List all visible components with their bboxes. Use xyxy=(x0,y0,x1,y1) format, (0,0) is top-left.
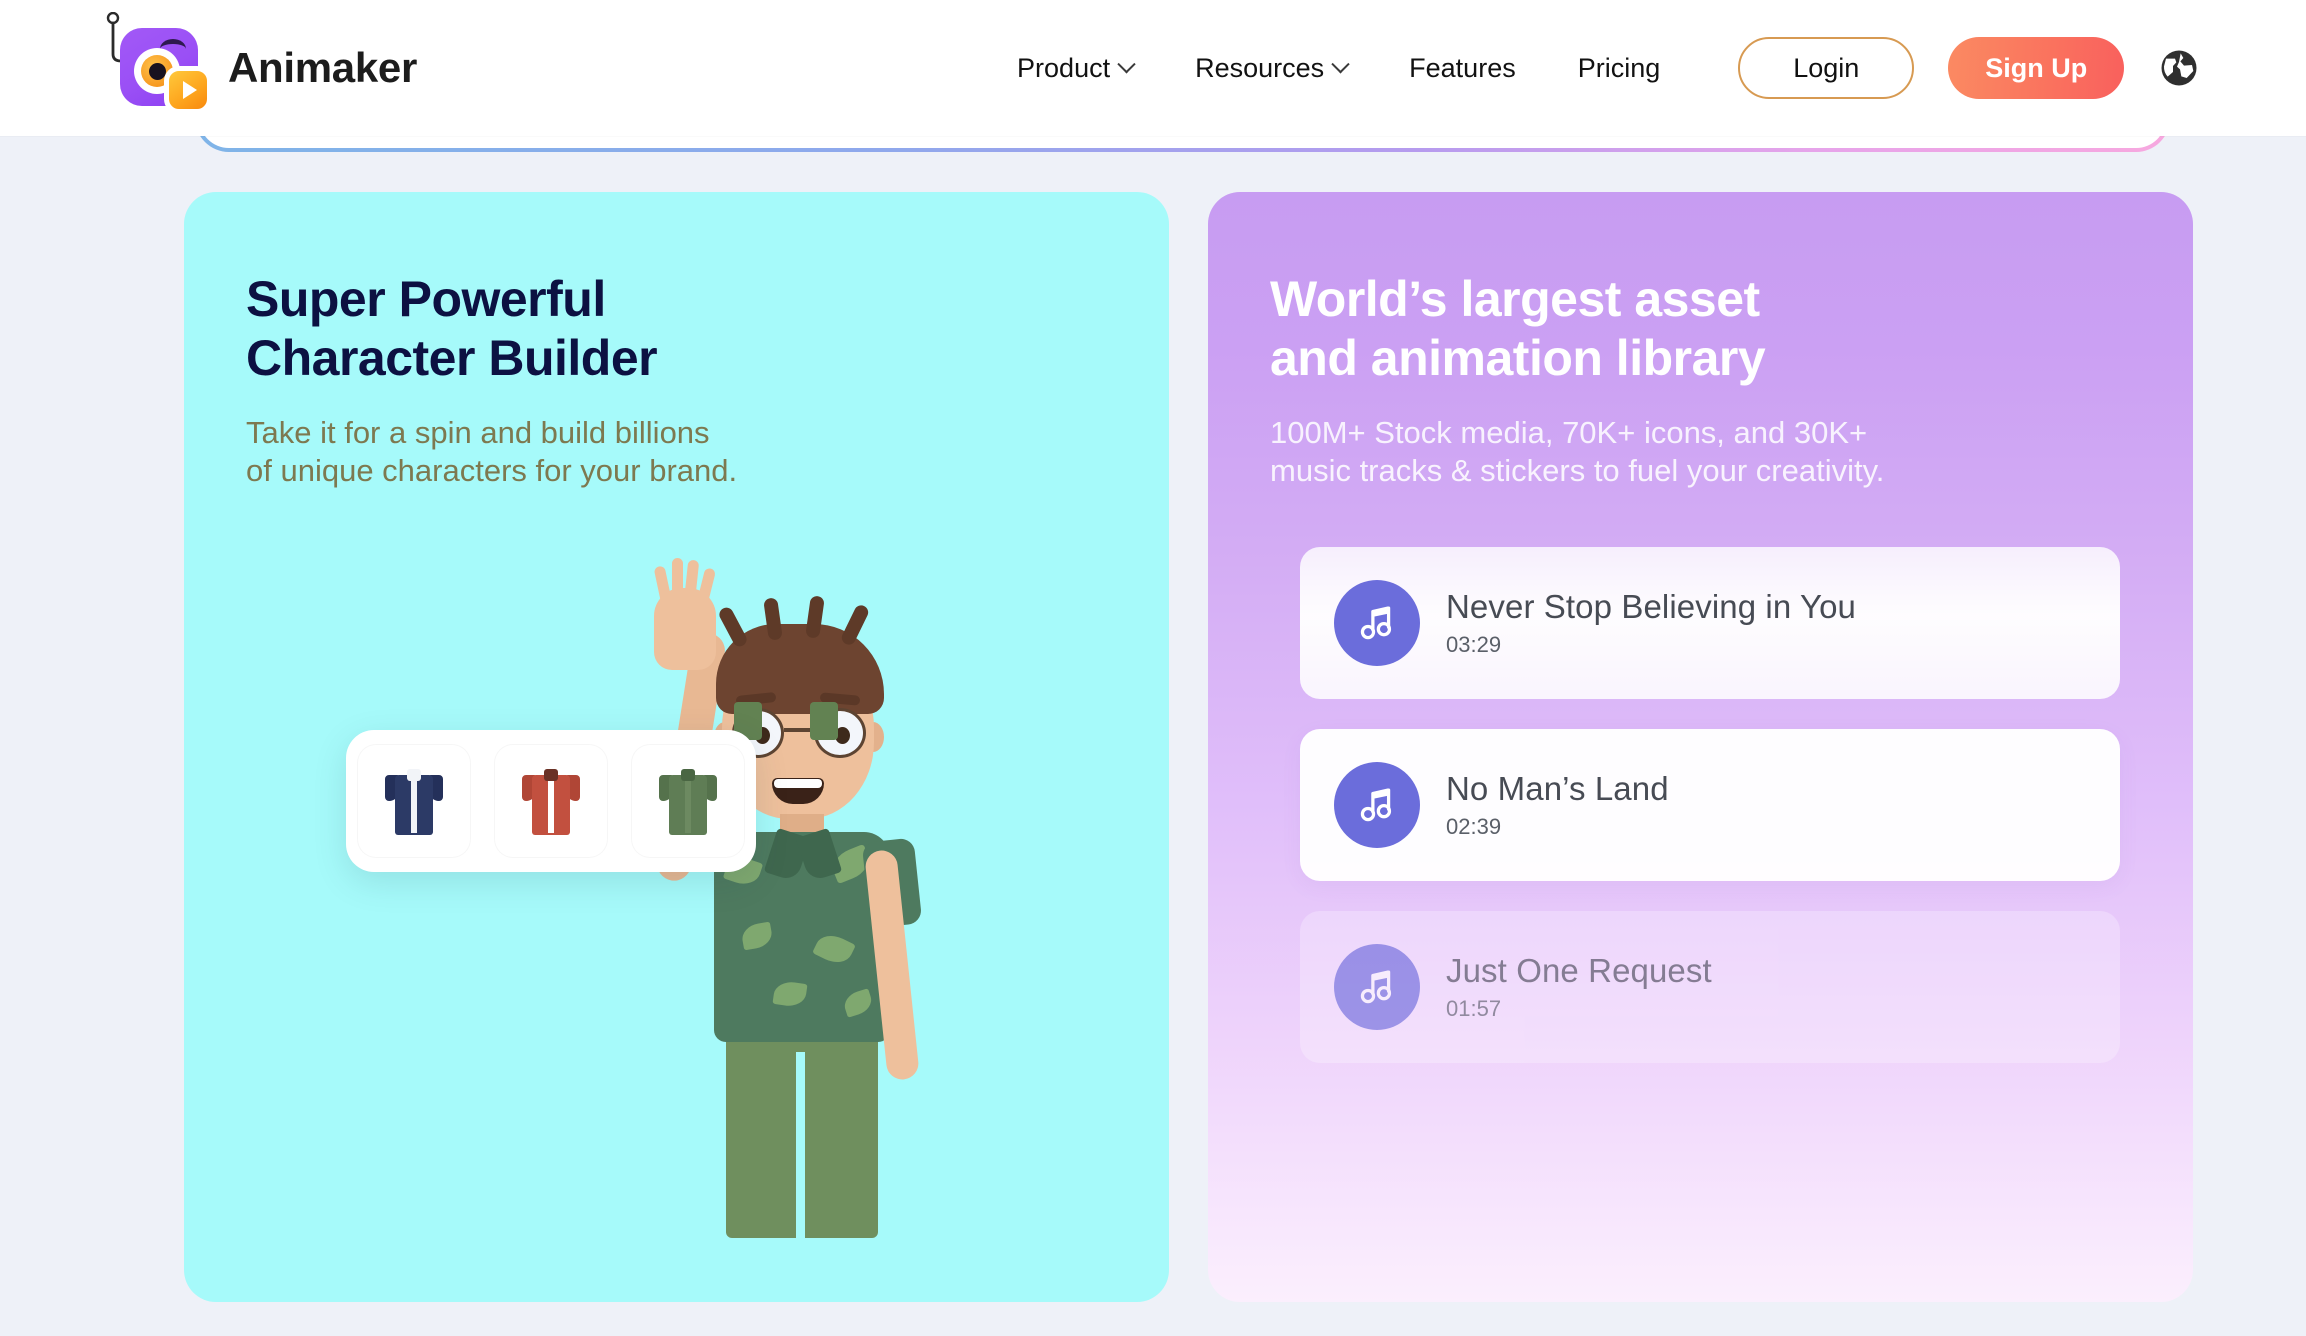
music-track-duration: 03:29 xyxy=(1446,632,1502,657)
music-track-title: Never Stop Believing in You xyxy=(1446,588,1856,625)
green-shirt-thumbnail[interactable] xyxy=(631,745,744,857)
globe-glyph xyxy=(2161,50,2197,86)
nav-label-pricing: Pricing xyxy=(1577,52,1661,83)
chevron-down-icon xyxy=(1331,54,1350,73)
music-note-icon xyxy=(1334,580,1420,666)
music-track-title: Just One Request xyxy=(1446,952,1712,989)
music-track-list: Never Stop Believing in You 03:29 No Man… xyxy=(1300,547,2120,1063)
asset-library-card: World’s largest asset and animation libr… xyxy=(1208,192,2193,1302)
signup-button[interactable]: Sign Up xyxy=(1948,37,2125,99)
music-note-glyph xyxy=(1360,606,1392,640)
site-header: Animaker Product Resources Features Pric… xyxy=(0,0,2306,136)
nav-label-product: Product xyxy=(1017,52,1111,83)
globe-icon[interactable] xyxy=(2158,47,2200,89)
card-right-title: World’s largest asset and animation libr… xyxy=(1270,271,1766,386)
music-track-duration: 01:57 xyxy=(1446,996,1502,1021)
nav-item-features[interactable]: Features xyxy=(1409,53,1516,84)
header-actions: Login Sign Up xyxy=(1738,37,2200,99)
music-track-title: No Man’s Land xyxy=(1446,770,1669,807)
music-note-icon xyxy=(1334,944,1420,1030)
card-right-subtitle: 100M+ Stock media, 70K+ icons, and 30K+ … xyxy=(1270,415,1885,488)
chevron-down-icon xyxy=(1117,54,1136,73)
music-track-item[interactable]: Just One Request 01:57 xyxy=(1300,911,2120,1063)
nav-label-resources: Resources xyxy=(1195,52,1325,83)
music-track-item[interactable]: Never Stop Believing in You 03:29 xyxy=(1300,547,2120,699)
navy-blazer-thumbnail[interactable] xyxy=(358,745,471,857)
brand-name: Animaker xyxy=(228,44,418,91)
music-note-glyph xyxy=(1360,788,1392,822)
nav-item-pricing[interactable]: Pricing xyxy=(1578,53,1661,84)
main-navigation: Product Resources Features Pricing xyxy=(1017,53,1660,84)
character-builder-card: Super Powerful Character Builder Take it… xyxy=(184,192,1169,1302)
music-note-icon xyxy=(1334,762,1420,848)
login-button[interactable]: Login xyxy=(1738,37,1915,99)
music-note-glyph xyxy=(1360,970,1392,1004)
waving-bearded-character-illustration xyxy=(614,558,944,1282)
nav-label-features: Features xyxy=(1409,52,1516,83)
music-track-duration: 02:39 xyxy=(1446,814,1502,839)
outfit-picker[interactable] xyxy=(346,730,756,872)
card-left-title: Super Powerful Character Builder xyxy=(246,271,658,386)
red-shirt-thumbnail[interactable] xyxy=(494,745,607,857)
card-left-subtitle: Take it for a spin and build billions of… xyxy=(246,415,738,488)
feature-cards-row: Super Powerful Character Builder Take it… xyxy=(0,192,2306,1336)
nav-item-product[interactable]: Product xyxy=(1017,52,1136,84)
animaker-logo-icon xyxy=(106,12,212,114)
logo-play-badge-icon xyxy=(164,66,212,114)
brand-logo[interactable]: Animaker xyxy=(106,12,418,114)
nav-item-resources[interactable]: Resources xyxy=(1195,52,1350,84)
music-track-item[interactable]: No Man’s Land 02:39 xyxy=(1300,729,2120,881)
